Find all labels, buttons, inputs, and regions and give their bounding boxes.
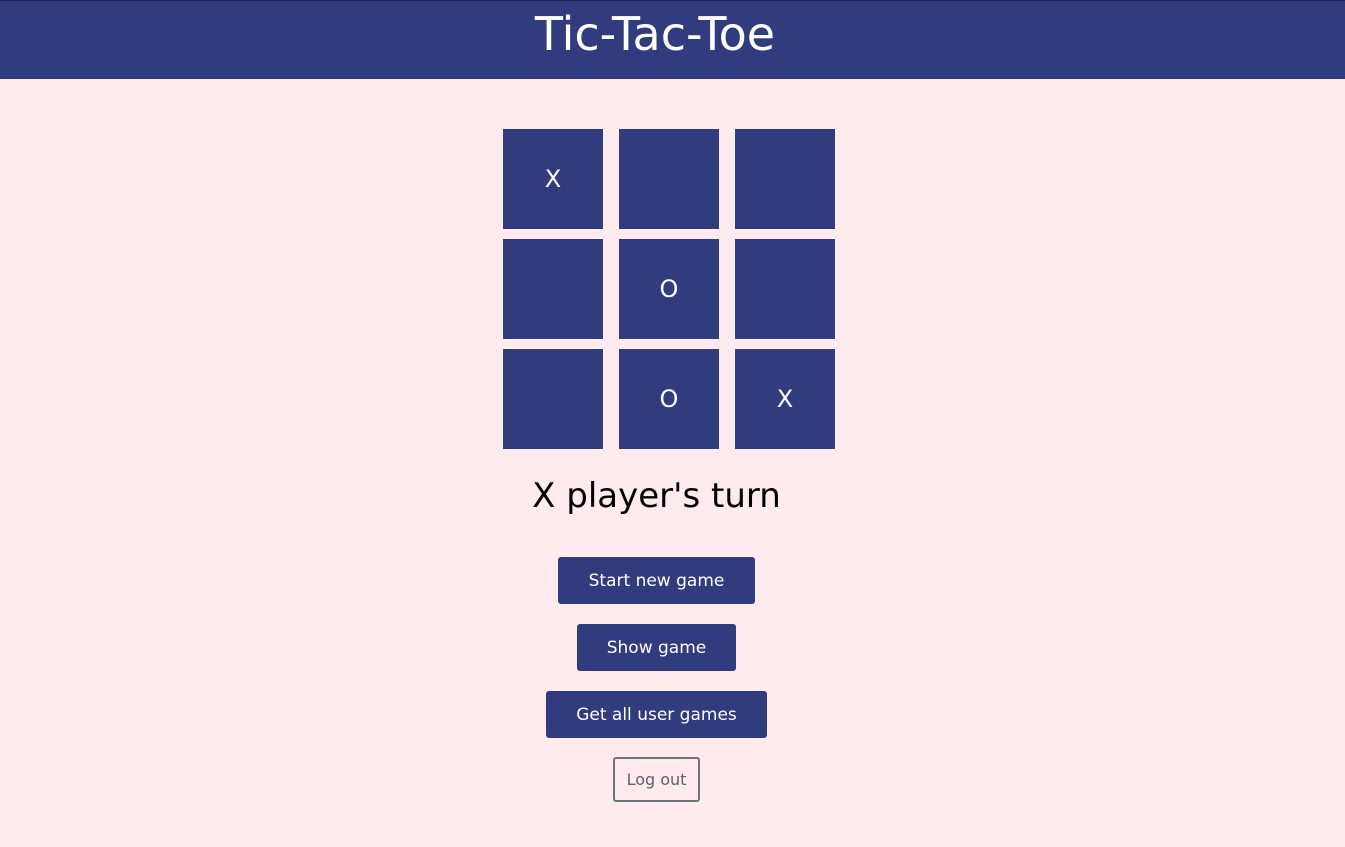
board-cell-6[interactable] bbox=[503, 349, 603, 449]
log-out-button[interactable]: Log out bbox=[613, 757, 700, 802]
page-header: Tic-Tac-Toe bbox=[0, 0, 1345, 79]
board-cell-1[interactable] bbox=[619, 129, 719, 229]
game-board: X O O X bbox=[503, 129, 835, 449]
board-cell-8[interactable]: X bbox=[735, 349, 835, 449]
board-cell-3[interactable] bbox=[503, 239, 603, 339]
board-cell-5[interactable] bbox=[735, 239, 835, 339]
start-new-game-button[interactable]: Start new game bbox=[558, 557, 755, 604]
board-cell-4[interactable]: O bbox=[619, 239, 719, 339]
get-all-user-games-button[interactable]: Get all user games bbox=[546, 691, 767, 738]
page-title: Tic-Tac-Toe bbox=[534, 7, 776, 61]
show-game-button[interactable]: Show game bbox=[577, 624, 736, 671]
board-cell-2[interactable] bbox=[735, 129, 835, 229]
turn-status: X player's turn bbox=[532, 476, 781, 516]
board-cell-0[interactable]: X bbox=[503, 129, 603, 229]
board-cell-7[interactable]: O bbox=[619, 349, 719, 449]
